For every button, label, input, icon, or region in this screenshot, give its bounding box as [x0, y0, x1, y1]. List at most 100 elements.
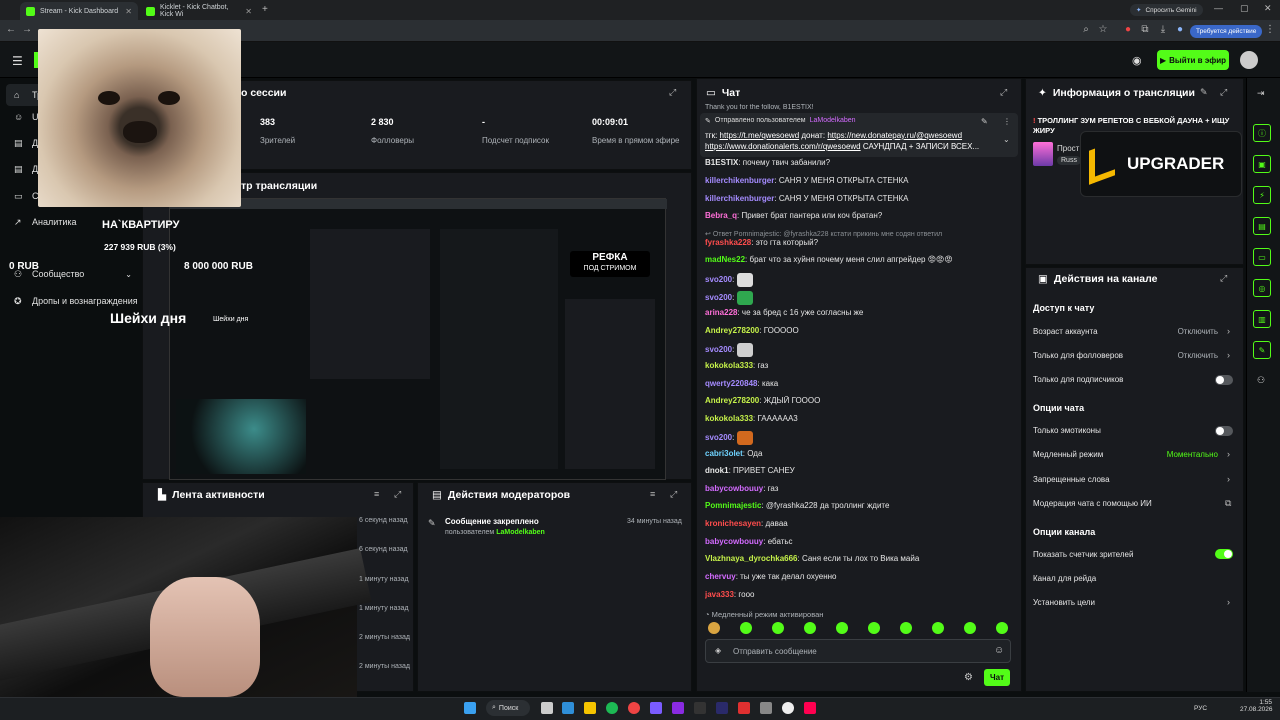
- tab-kicklet[interactable]: Kicklet - Kick Chatbot, Kick Wi ✕: [140, 2, 258, 20]
- chat-username[interactable]: svo200: [705, 345, 732, 354]
- expand-icon[interactable]: ⤢: [1220, 273, 1227, 284]
- chat-settings-icon[interactable]: ⚙: [964, 672, 973, 683]
- forward-icon[interactable]: →: [20, 24, 34, 35]
- ai-moderation-label[interactable]: Модерация чата с помощью ИИ: [1033, 499, 1152, 508]
- youtube-icon[interactable]: [738, 702, 750, 714]
- app-icon[interactable]: [650, 702, 662, 714]
- raid-channel-label[interactable]: Канал для рейда: [1033, 574, 1096, 583]
- chat-username[interactable]: svo200: [705, 275, 732, 284]
- quick-emote-icon[interactable]: [804, 622, 816, 634]
- keyboard-language[interactable]: РУС: [1194, 705, 1207, 712]
- gemini-button[interactable]: ✦ Спросить Gemini: [1130, 4, 1203, 16]
- rail-wrench-button[interactable]: ✎: [1253, 341, 1271, 359]
- pinned-menu-icon[interactable]: ⋮: [1003, 117, 1011, 126]
- chat-username[interactable]: Vlazhnaya_dyrochka666: [705, 554, 798, 563]
- chat-username[interactable]: kronichesayen: [705, 519, 761, 528]
- chat-username[interactable]: Pomnimajestic: [705, 501, 761, 510]
- chevron-down-icon[interactable]: ⌄: [1003, 135, 1010, 144]
- collapse-icon[interactable]: ⇥: [1257, 88, 1265, 99]
- bookmark-star-icon[interactable]: ☆: [1096, 24, 1110, 35]
- tab-stream-dashboard[interactable]: Stream - Kick Dashboard ✕: [20, 2, 138, 20]
- chat-username[interactable]: fyrashka228: [705, 238, 751, 247]
- emotes-only-toggle[interactable]: [1215, 426, 1233, 436]
- notifications-icon[interactable]: ◉: [1132, 54, 1142, 67]
- close-window-icon[interactable]: ✕: [1264, 3, 1272, 14]
- chat-username[interactable]: Andrey278200: [705, 396, 759, 405]
- close-tab-icon[interactable]: ✕: [245, 7, 252, 16]
- external-link-icon[interactable]: ⧉: [1225, 498, 1231, 509]
- chat-username[interactable]: babycowbouuy: [705, 484, 763, 493]
- quick-emote-icon[interactable]: [932, 622, 944, 634]
- viewer-count-toggle[interactable]: [1215, 549, 1233, 559]
- quick-emote-icon[interactable]: [900, 622, 912, 634]
- sidebar-item-drops[interactable]: ✪ Дропы и вознаграждения: [14, 296, 140, 306]
- app-icon[interactable]: [760, 702, 772, 714]
- followers-only-value[interactable]: Отключить: [1150, 351, 1218, 360]
- chat-username[interactable]: madNes22: [705, 255, 745, 264]
- taskbar-search[interactable]: ⌕ Поиск: [486, 700, 530, 716]
- close-tab-icon[interactable]: ✕: [125, 7, 132, 16]
- chat-username[interactable]: killerchikenburger: [705, 176, 774, 185]
- chat-username[interactable]: svo200: [705, 433, 732, 442]
- chat-username[interactable]: Bebra_q: [705, 211, 737, 220]
- profile-icon[interactable]: ●: [1173, 24, 1187, 35]
- filter-icon[interactable]: ≡: [650, 489, 655, 499]
- pinned-link[interactable]: https://www.donationalerts.com/r/qwesoew…: [705, 142, 861, 151]
- account-age-value[interactable]: Отключить: [1150, 327, 1218, 336]
- quick-emote-icon[interactable]: [836, 622, 848, 634]
- filter-icon[interactable]: ≡: [374, 489, 379, 499]
- banned-words-label[interactable]: Запрещенные слова: [1033, 475, 1110, 484]
- set-goals-label[interactable]: Установить цели: [1033, 598, 1095, 607]
- expand-icon[interactable]: ⤢: [1000, 87, 1007, 98]
- chevron-right-icon[interactable]: ›: [1227, 474, 1230, 484]
- quick-emote-icon[interactable]: [740, 622, 752, 634]
- menu-dots-icon[interactable]: ⋮: [1263, 24, 1277, 35]
- task-view-icon[interactable]: [541, 702, 553, 714]
- rail-people-icon[interactable]: ⚇: [1257, 375, 1265, 386]
- chat-username[interactable]: dnok1: [705, 466, 729, 475]
- chat-username[interactable]: Andrey278200: [705, 326, 759, 335]
- quick-emote-icon[interactable]: [708, 622, 720, 634]
- chat-username[interactable]: java333: [705, 590, 734, 599]
- expand-icon[interactable]: ⤢: [669, 87, 676, 98]
- subs-only-toggle[interactable]: [1215, 375, 1233, 385]
- chrome-icon[interactable]: [628, 702, 640, 714]
- app-icon[interactable]: [672, 702, 684, 714]
- chevron-right-icon[interactable]: ›: [1227, 449, 1230, 459]
- emoji-icon[interactable]: ☺: [994, 645, 1004, 656]
- quick-emote-icon[interactable]: [868, 622, 880, 634]
- quick-emote-icon[interactable]: [996, 622, 1008, 634]
- quick-emote-icon[interactable]: [772, 622, 784, 634]
- rail-panel-button[interactable]: ▣: [1253, 155, 1271, 173]
- unpin-icon[interactable]: ✎: [981, 117, 988, 126]
- stream-preview-video[interactable]: РЕФКА ПОД СТРИМОМ Шейхи дня: [169, 198, 667, 480]
- new-tab-icon[interactable]: +: [262, 4, 268, 15]
- minimize-icon[interactable]: —: [1214, 3, 1223, 13]
- download-icon[interactable]: ⤓: [1156, 24, 1170, 35]
- taskbar-clock[interactable]: 1:55 27.08.2026: [1240, 699, 1273, 713]
- rail-list-button[interactable]: ▤: [1253, 217, 1271, 235]
- back-icon[interactable]: ←: [4, 24, 18, 35]
- chat-input[interactable]: ◈ Отправить сообщение ☺: [705, 639, 1011, 663]
- action-required-button[interactable]: Требуется действие: [1190, 25, 1263, 38]
- rail-target-button[interactable]: ◎: [1253, 279, 1271, 297]
- rail-bolt-button[interactable]: ⚡: [1253, 186, 1271, 204]
- edit-icon[interactable]: ✎: [1200, 87, 1208, 98]
- pinned-link[interactable]: https://new.donatepay.ru/@qwesoewd: [827, 131, 962, 140]
- chat-username[interactable]: killerchikenburger: [705, 194, 774, 203]
- audition-icon[interactable]: [716, 702, 728, 714]
- expand-icon[interactable]: ⤢: [1220, 87, 1227, 98]
- chat-username[interactable]: cabri3olet: [705, 449, 743, 458]
- rail-doc-button[interactable]: ▥: [1253, 310, 1271, 328]
- pinned-user[interactable]: LaModelkaben: [810, 117, 856, 125]
- tiktok-icon[interactable]: [804, 702, 816, 714]
- chat-username[interactable]: kokokola333: [705, 414, 753, 423]
- expand-icon[interactable]: ⤢: [394, 489, 401, 500]
- hamburger-menu-icon[interactable]: ☰: [12, 54, 23, 68]
- explorer-icon[interactable]: [584, 702, 596, 714]
- avatar[interactable]: [1240, 51, 1258, 69]
- chevron-right-icon[interactable]: ›: [1227, 326, 1230, 336]
- expand-icon[interactable]: ⤢: [670, 489, 677, 500]
- quick-emote-icon[interactable]: [964, 622, 976, 634]
- chat-username[interactable]: B1ESTIX: [705, 158, 738, 167]
